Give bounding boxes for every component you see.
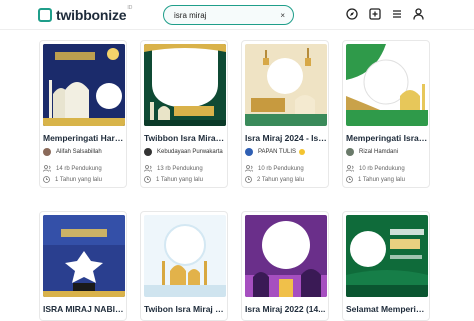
twibbon-thumbnail[interactable] bbox=[43, 215, 125, 297]
supporters-count: 13 rb Pendukung bbox=[144, 165, 203, 172]
twibbon-thumbnail[interactable] bbox=[144, 215, 226, 297]
twibbon-thumbnail[interactable] bbox=[245, 44, 327, 126]
twibbon-card[interactable]: Isra Miraj 2022 (14... bbox=[241, 211, 329, 321]
posted-time: 1 Tahun yang lalu bbox=[144, 176, 203, 183]
twibbon-card[interactable]: Twibbon Isra Miraj ... Kebudayaan Purwak… bbox=[140, 40, 228, 188]
twibbon-thumbnail[interactable] bbox=[346, 215, 428, 297]
twibbon-card[interactable]: Twibon Isra Miraj T... bbox=[140, 211, 228, 321]
author-name: Kebudayaan Purwakarta bbox=[157, 149, 223, 155]
supporters-count: 10 rb Pendukung bbox=[346, 165, 405, 172]
card-title[interactable]: Memperingati Hari ... bbox=[43, 133, 125, 143]
avatar bbox=[346, 148, 354, 156]
users-icon bbox=[144, 165, 152, 172]
clock-icon bbox=[245, 176, 252, 183]
card-title[interactable]: Isra Miraj 2022 (14... bbox=[245, 304, 327, 314]
verified-badge-icon bbox=[299, 149, 306, 155]
app-logo[interactable]: twibbonize ID bbox=[38, 5, 133, 23]
avatar bbox=[144, 148, 152, 156]
twibbon-card[interactable]: Memperingati Hari ... Alifah Salsabillah… bbox=[39, 40, 127, 188]
menu-icon[interactable] bbox=[392, 9, 402, 19]
users-icon bbox=[43, 165, 51, 172]
card-author[interactable]: PAPAN TULIS bbox=[245, 148, 329, 156]
card-author[interactable]: Rizal Hamdani bbox=[346, 148, 430, 156]
twibbon-card[interactable]: ISRA MIRAJ NABI M... bbox=[39, 211, 127, 321]
author-name: PAPAN TULIS bbox=[258, 149, 297, 155]
search-bar[interactable]: × bbox=[163, 5, 294, 25]
app-region: ID bbox=[127, 5, 133, 11]
twibbon-thumbnail[interactable] bbox=[43, 44, 125, 126]
card-title[interactable]: Isra Miraj 2024 - Isr... bbox=[245, 133, 327, 143]
twibbon-card[interactable]: Selamat Memperin... bbox=[342, 211, 430, 321]
supporters-count: 10 rb Pendukung bbox=[245, 165, 304, 172]
add-square-icon[interactable] bbox=[369, 8, 381, 20]
twibbon-card[interactable]: Isra Miraj 2024 - Isr... PAPAN TULIS 10 … bbox=[241, 40, 329, 188]
app-name: twibbonize bbox=[56, 7, 127, 23]
card-title[interactable]: Selamat Memperin... bbox=[346, 304, 428, 314]
top-navigation-bar: twibbonize ID × bbox=[0, 0, 474, 30]
card-title[interactable]: ISRA MIRAJ NABI M... bbox=[43, 304, 125, 314]
twibbon-card[interactable]: Memperingati Isra ... Rizal Hamdani 10 r… bbox=[342, 40, 430, 188]
clear-search-icon[interactable]: × bbox=[280, 11, 285, 20]
posted-time: 1 Tahun yang lalu bbox=[346, 176, 405, 183]
search-input[interactable] bbox=[174, 10, 274, 20]
card-author[interactable]: Kebudayaan Purwakarta bbox=[144, 148, 228, 156]
posted-time: 1 Tahun yang lalu bbox=[43, 176, 102, 183]
twibbon-thumbnail[interactable] bbox=[144, 44, 226, 126]
card-author[interactable]: Alifah Salsabillah bbox=[43, 148, 127, 156]
compass-icon[interactable] bbox=[346, 8, 358, 20]
twibbon-thumbnail[interactable] bbox=[245, 215, 327, 297]
user-icon[interactable] bbox=[413, 8, 424, 20]
clock-icon bbox=[144, 176, 151, 183]
supporters-count: 14 rb Pendukung bbox=[43, 165, 102, 172]
users-icon bbox=[245, 165, 253, 172]
avatar bbox=[245, 148, 253, 156]
logo-mark-icon bbox=[38, 8, 52, 22]
avatar bbox=[43, 148, 51, 156]
card-title[interactable]: Twibon Isra Miraj T... bbox=[144, 304, 226, 314]
twibbon-thumbnail[interactable] bbox=[346, 44, 428, 126]
card-title[interactable]: Twibbon Isra Miraj ... bbox=[144, 133, 226, 143]
posted-time: 2 Tahun yang lalu bbox=[245, 176, 304, 183]
author-name: Alifah Salsabillah bbox=[56, 149, 102, 155]
clock-icon bbox=[346, 176, 353, 183]
clock-icon bbox=[43, 176, 50, 183]
users-icon bbox=[346, 165, 354, 172]
card-title[interactable]: Memperingati Isra ... bbox=[346, 133, 428, 143]
author-name: Rizal Hamdani bbox=[359, 149, 399, 155]
